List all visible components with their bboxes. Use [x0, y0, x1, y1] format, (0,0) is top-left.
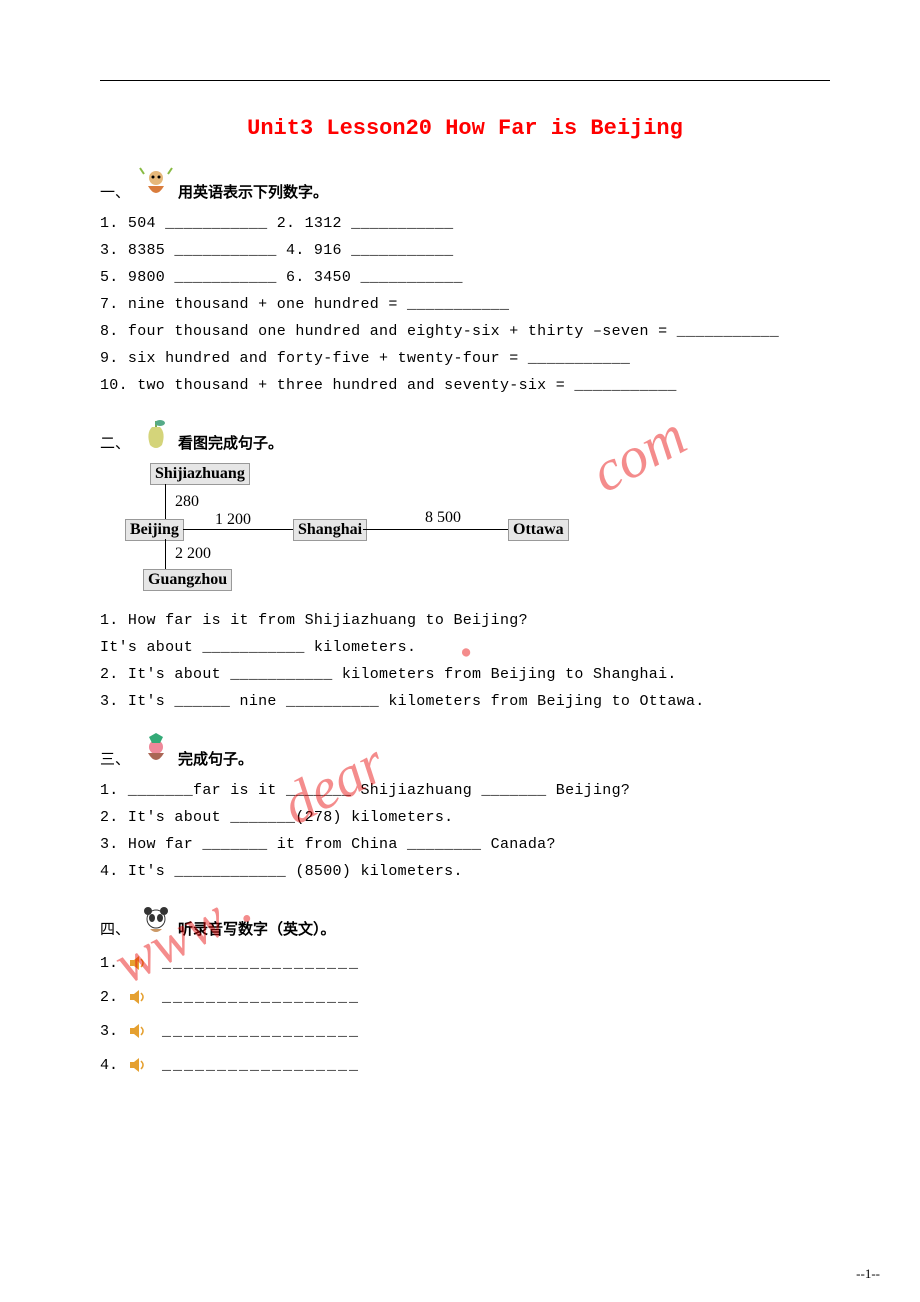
- section-2-title: 看图完成句子。: [178, 432, 283, 453]
- s3-line-3: 3. How far _______ it from China _______…: [100, 831, 830, 858]
- listen-row-3: 3. __________________: [100, 1021, 830, 1041]
- s2-line-2: It's about ___________ kilometers.: [100, 634, 830, 661]
- section-3-head: 三、 完成句子。: [100, 733, 830, 769]
- city-guangzhou: Guangzhou: [143, 569, 232, 591]
- listen-blank-4: __________________: [162, 1057, 360, 1074]
- speaker-icon: [128, 987, 148, 1007]
- fruit-icon: [138, 417, 174, 453]
- line-bj-sh: [183, 529, 293, 530]
- line-bj-gz: [165, 539, 166, 569]
- listen-num-3: 3.: [100, 1023, 128, 1040]
- top-rule: [100, 80, 830, 81]
- section-1-head: 一、 用英语表示下列数字。: [100, 166, 830, 202]
- city-beijing: Beijing: [125, 519, 184, 541]
- s1-line-7: 10. two thousand + three hundred and sev…: [100, 372, 830, 399]
- s3-line-2: 2. It's about _______(278) kilometers.: [100, 804, 830, 831]
- section-1-title: 用英语表示下列数字。: [178, 181, 328, 202]
- section-2-head: 二、 看图完成句子。: [100, 417, 830, 453]
- line-sjz-bj: [165, 484, 166, 523]
- num-8500: 8 500: [425, 509, 461, 527]
- s3-line-4: 4. It's ____________ (8500) kilometers.: [100, 858, 830, 885]
- section-3-num: 三、: [100, 748, 130, 769]
- listen-row-2: 2. __________________: [100, 987, 830, 1007]
- s1-line-5: 8. four thousand one hundred and eighty-…: [100, 318, 830, 345]
- section-3-title: 完成句子。: [178, 748, 253, 769]
- listen-row-4: 4. __________________: [100, 1055, 830, 1075]
- city-shijiazhuang: Shijiazhuang: [150, 463, 250, 485]
- section-2-num: 二、: [100, 432, 130, 453]
- line-sh-ot: [363, 529, 508, 530]
- character-icon: [138, 166, 174, 202]
- speaker-icon: [128, 1021, 148, 1041]
- listen-blank-1: __________________: [162, 955, 360, 972]
- page-number: --1--: [856, 1266, 880, 1282]
- page-title: Unit3 Lesson20 How Far is Beijing: [100, 116, 830, 141]
- section-4-num: 四、: [100, 918, 130, 939]
- section-1-num: 一、: [100, 181, 130, 202]
- num-1200: 1 200: [215, 511, 251, 529]
- listen-num-1: 1.: [100, 955, 128, 972]
- listen-num-2: 2.: [100, 989, 128, 1006]
- city-ottawa: Ottawa: [508, 519, 569, 541]
- num-280: 280: [175, 493, 199, 511]
- panda-icon: [138, 903, 174, 939]
- listen-blank-2: __________________: [162, 989, 360, 1006]
- s1-line-1: 1. 504 ___________ 2. 1312 ___________: [100, 210, 830, 237]
- speaker-icon: [128, 1055, 148, 1075]
- listen-num-4: 4.: [100, 1057, 128, 1074]
- s1-line-4: 7. nine thousand + one hundred = _______…: [100, 291, 830, 318]
- listen-row-1: 1. __________________: [100, 953, 830, 973]
- s2-line-3: 2. It's about ___________ kilometers fro…: [100, 661, 830, 688]
- speaker-icon: [128, 953, 148, 973]
- s2-line-1: 1. How far is it from Shijiazhuang to Be…: [100, 607, 830, 634]
- s1-line-6: 9. six hundred and forty-five + twenty-f…: [100, 345, 830, 372]
- s2-line-4: 3. It's ______ nine __________ kilometer…: [100, 688, 830, 715]
- section-4-title: 听录音写数字（英文）。: [178, 918, 336, 939]
- s1-line-3: 5. 9800 ___________ 6. 3450 ___________: [100, 264, 830, 291]
- section-4-head: 四、 听录音写数字（英文）。: [100, 903, 830, 939]
- num-2200: 2 200: [175, 545, 211, 563]
- s1-line-2: 3. 8385 ___________ 4. 916 ___________: [100, 237, 830, 264]
- gnome-icon: [138, 733, 174, 769]
- listen-blank-3: __________________: [162, 1023, 360, 1040]
- distance-diagram: Shijiazhuang 280 Beijing 1 200 Shanghai …: [125, 463, 555, 593]
- city-shanghai: Shanghai: [293, 519, 367, 541]
- s3-line-1: 1. _______far is it _______ Shijiazhuang…: [100, 777, 830, 804]
